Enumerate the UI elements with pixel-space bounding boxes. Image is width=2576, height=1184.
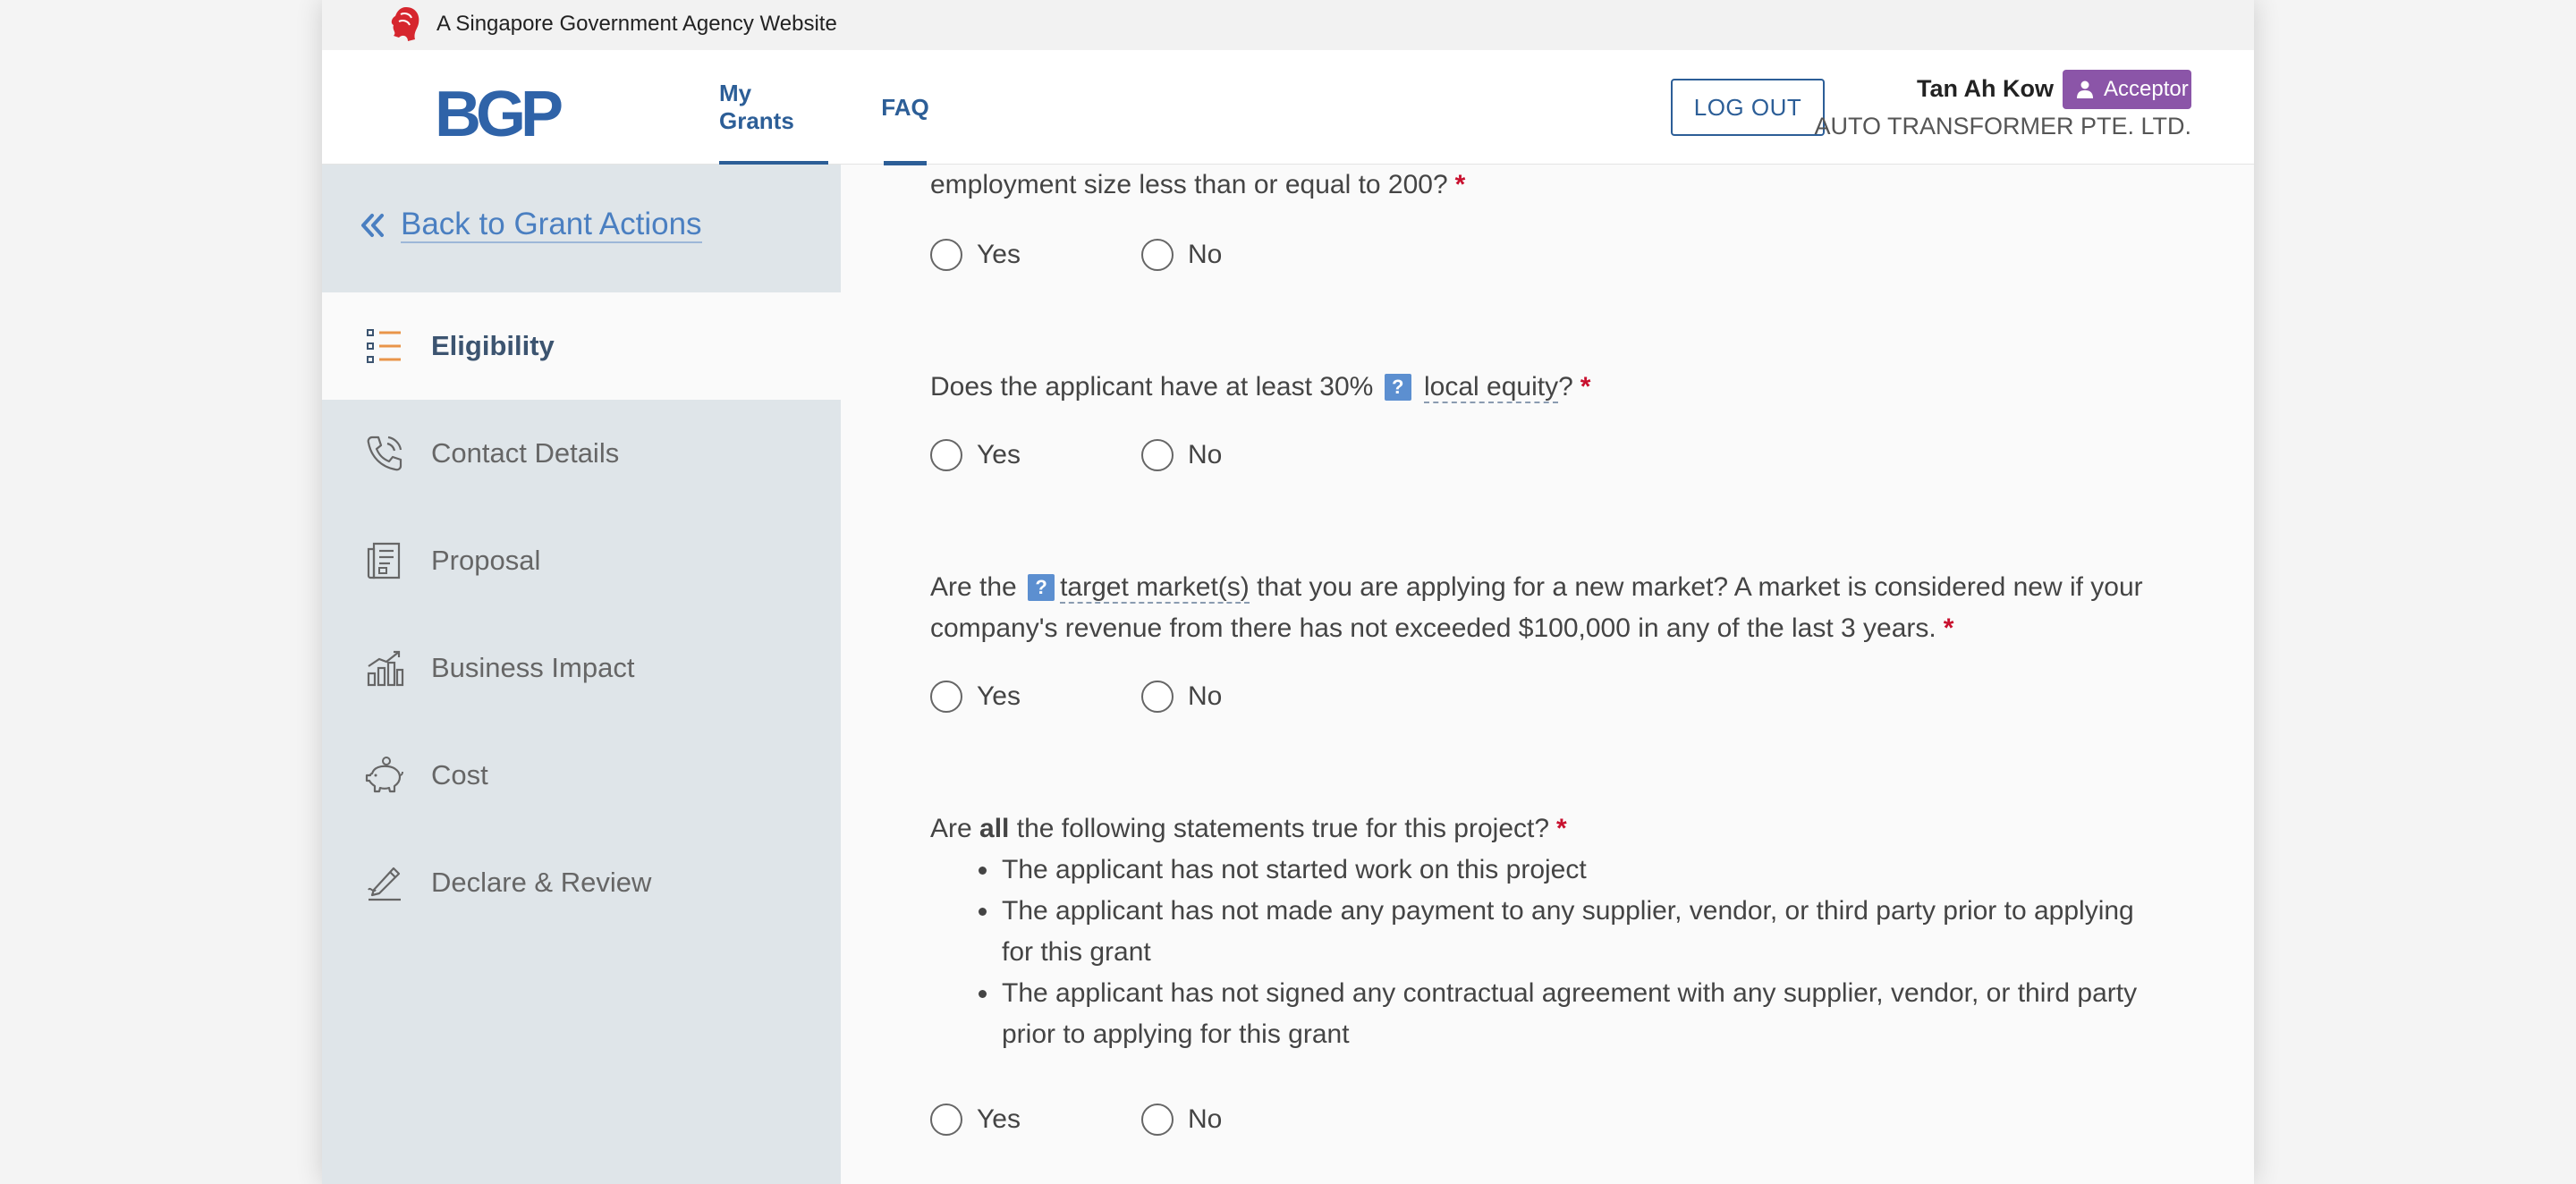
- lion-head-icon: [391, 7, 419, 41]
- required-marker: *: [1580, 372, 1591, 402]
- radio-circle[interactable]: [930, 239, 962, 271]
- radio-circle[interactable]: [1141, 439, 1174, 471]
- question-text: Does the applicant have at least 30%: [930, 372, 1374, 402]
- help-icon[interactable]: ?: [1384, 374, 1411, 401]
- question-emphasis: all: [979, 814, 1010, 843]
- company-name: AUTO TRANSFORMER PTE. LTD.: [1814, 113, 2191, 140]
- radio-label: Yes: [977, 1104, 1021, 1134]
- radio-no[interactable]: No: [1141, 1104, 1222, 1136]
- question-text: employment size less than or equal to 20…: [930, 170, 1448, 199]
- radio-yes[interactable]: Yes: [930, 1104, 1021, 1136]
- radio-circle[interactable]: [1141, 239, 1174, 271]
- radio-label: Yes: [977, 440, 1021, 469]
- question-text: Are the: [930, 572, 1017, 602]
- sidebar-item-cost[interactable]: Cost: [322, 722, 841, 829]
- role-label: Acceptor: [2104, 77, 2189, 101]
- question-line: Are the ? target market(s) that you are a…: [930, 567, 2143, 608]
- radio-label: Yes: [977, 240, 1021, 269]
- statement-item: The applicant has not made any payment t…: [930, 891, 2165, 973]
- question-line: company's revenue from there has not exc…: [930, 608, 2143, 649]
- radio-yes[interactable]: Yes: [930, 439, 1021, 471]
- radio-circle[interactable]: [930, 1104, 962, 1136]
- required-marker: *: [1454, 170, 1466, 199]
- sidebar-item-label: Contact Details: [431, 437, 620, 469]
- statement-line: The applicant has not signed any contrac…: [1002, 978, 2138, 1008]
- radio-label: No: [1188, 440, 1223, 469]
- required-marker: *: [1556, 814, 1567, 843]
- user-icon: [2077, 80, 2093, 98]
- sidebar-item-declare-review[interactable]: Declare & Review: [322, 829, 841, 936]
- required-marker: *: [1943, 613, 1954, 643]
- help-icon[interactable]: ?: [1028, 574, 1055, 601]
- sidebar-item-label: Business Impact: [431, 652, 635, 683]
- document-icon: [367, 542, 401, 579]
- question-text: Are: [930, 814, 972, 843]
- nav-my-grants-label: My Grants: [719, 80, 794, 134]
- eligibility-form: employment size less than or equal to 20…: [841, 165, 2254, 1184]
- sidebar-item-eligibility[interactable]: Eligibility: [322, 292, 841, 400]
- back-to-grant-actions-link[interactable]: Back to Grant Actions: [360, 207, 702, 243]
- statement-item: The applicant has not signed any contrac…: [930, 973, 2165, 1055]
- statement-line: prior to applying for this grant: [1002, 1019, 1350, 1049]
- radio-no[interactable]: No: [1141, 681, 1222, 713]
- site-header: BGP My Grants FAQ LOG OUT Tan Ah Kow Acc…: [322, 50, 2254, 165]
- radio-circle[interactable]: [1141, 681, 1174, 713]
- help-term-local-equity[interactable]: local equity: [1424, 372, 1559, 403]
- page: A Singapore Government Agency Website BG…: [322, 0, 2254, 1184]
- sidebar-item-label: Eligibility: [431, 330, 555, 361]
- statement-item: The applicant has not started work on th…: [930, 850, 2165, 891]
- nav-my-grants[interactable]: My Grants: [719, 50, 828, 165]
- question-text: ?: [1558, 372, 1573, 402]
- role-badge: Acceptor: [2063, 70, 2191, 109]
- gov-masthead: A Singapore Government Agency Website: [322, 0, 2254, 50]
- radio-label: No: [1188, 681, 1223, 711]
- question-text: the following statements true for this p…: [1016, 814, 1550, 843]
- logout-button[interactable]: LOG OUT: [1671, 79, 1825, 136]
- statement-line: The applicant has not made any payment t…: [1002, 896, 2134, 926]
- radio-label: Yes: [977, 681, 1021, 711]
- statement-line: for this grant: [1002, 937, 1151, 967]
- radio-yes[interactable]: Yes: [930, 239, 1021, 271]
- double-chevron-left-icon: [361, 214, 384, 237]
- radio-label: No: [1188, 1104, 1223, 1134]
- radio-label: No: [1188, 240, 1223, 269]
- radio-no[interactable]: No: [1141, 439, 1222, 471]
- question-text: company's revenue from there has not exc…: [930, 613, 1936, 643]
- radio-yes[interactable]: Yes: [930, 681, 1021, 713]
- sidebar-item-business-impact[interactable]: Business Impact: [322, 614, 841, 722]
- question-employment-size: employment size less than or equal to 20…: [930, 165, 1465, 206]
- sidebar: Back to Grant Actions Eligibility Contac…: [322, 165, 841, 1184]
- signature-icon: [368, 867, 401, 901]
- statement-list: The applicant has not started work on th…: [930, 850, 2165, 1055]
- sidebar-item-contact-details[interactable]: Contact Details: [322, 400, 841, 507]
- sidebar-item-label: Proposal: [431, 545, 541, 576]
- question-all-statements: Are all the following statements true fo…: [930, 808, 1567, 850]
- phone-icon: [367, 436, 402, 471]
- radio-circle[interactable]: [930, 439, 962, 471]
- bar-chart-icon: [367, 650, 404, 687]
- sidebar-item-label: Cost: [431, 759, 488, 791]
- user-name: Tan Ah Kow: [1917, 75, 2054, 102]
- masthead-text: A Singapore Government Agency Website: [436, 12, 837, 36]
- back-link-label: Back to Grant Actions: [401, 207, 702, 243]
- question-local-equity: Does the applicant have at least 30% ? l…: [930, 367, 1590, 408]
- checklist-icon: [367, 329, 401, 363]
- nav-faq[interactable]: FAQ: [881, 50, 929, 165]
- radio-circle[interactable]: [930, 681, 962, 713]
- piggy-bank-icon: [365, 757, 403, 793]
- nav-faq-label: FAQ: [881, 93, 929, 121]
- help-term-target-market[interactable]: target market(s): [1060, 572, 1250, 604]
- question-target-market: Are the ? target market(s) that you are a…: [930, 567, 2143, 649]
- sidebar-item-proposal[interactable]: Proposal: [322, 507, 841, 614]
- radio-no[interactable]: No: [1141, 239, 1222, 271]
- bgp-logo[interactable]: BGP: [435, 82, 564, 147]
- question-text: that you are applying for a new market? …: [1257, 572, 2143, 602]
- sidebar-item-label: Declare & Review: [431, 867, 652, 898]
- radio-circle[interactable]: [1141, 1104, 1174, 1136]
